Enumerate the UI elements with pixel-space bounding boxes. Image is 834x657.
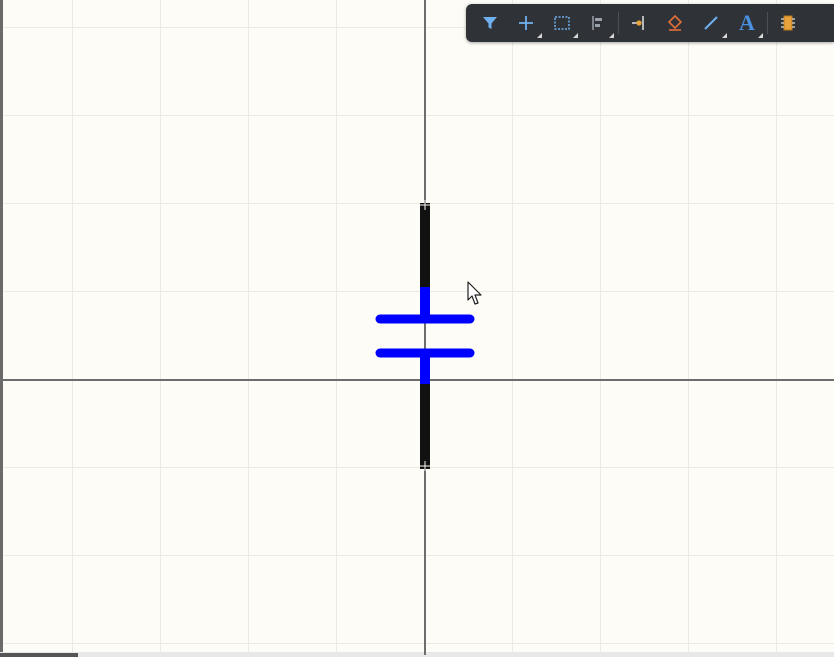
filter-icon bbox=[483, 17, 497, 29]
crosshair-icon bbox=[519, 16, 533, 30]
place-text-button[interactable]: A bbox=[729, 7, 765, 39]
capacitor-body[interactable] bbox=[375, 287, 475, 384]
select-area-button[interactable] bbox=[544, 7, 580, 39]
capacitor-symbol[interactable] bbox=[0, 0, 834, 657]
eraser-icon bbox=[667, 14, 683, 31]
select-rectangle-icon bbox=[554, 16, 570, 30]
submenu-indicator-icon bbox=[758, 33, 763, 38]
active-bar-toolbar: A bbox=[466, 4, 834, 42]
line-icon bbox=[704, 16, 718, 30]
toolbar-separator bbox=[767, 12, 768, 34]
toolbar-separator bbox=[618, 12, 619, 34]
submenu-indicator-icon bbox=[537, 33, 542, 38]
eraser-button[interactable] bbox=[657, 7, 693, 39]
capacitor-pin-bottom[interactable] bbox=[420, 383, 430, 471]
align-icon bbox=[592, 16, 602, 30]
pin-icon bbox=[632, 16, 644, 30]
capacitor-pin-top[interactable] bbox=[420, 200, 430, 289]
mouse-cursor-icon bbox=[467, 281, 482, 305]
place-component-button[interactable] bbox=[770, 7, 806, 39]
submenu-indicator-icon bbox=[722, 33, 727, 38]
place-pin-button[interactable] bbox=[621, 7, 657, 39]
submenu-indicator-icon bbox=[573, 33, 578, 38]
place-line-button[interactable] bbox=[693, 7, 729, 39]
filter-button[interactable] bbox=[472, 7, 508, 39]
submenu-indicator-icon bbox=[609, 33, 614, 38]
align-button[interactable] bbox=[580, 7, 616, 39]
move-tool-button[interactable] bbox=[508, 7, 544, 39]
text-icon: A bbox=[739, 10, 755, 35]
component-icon bbox=[781, 15, 795, 31]
